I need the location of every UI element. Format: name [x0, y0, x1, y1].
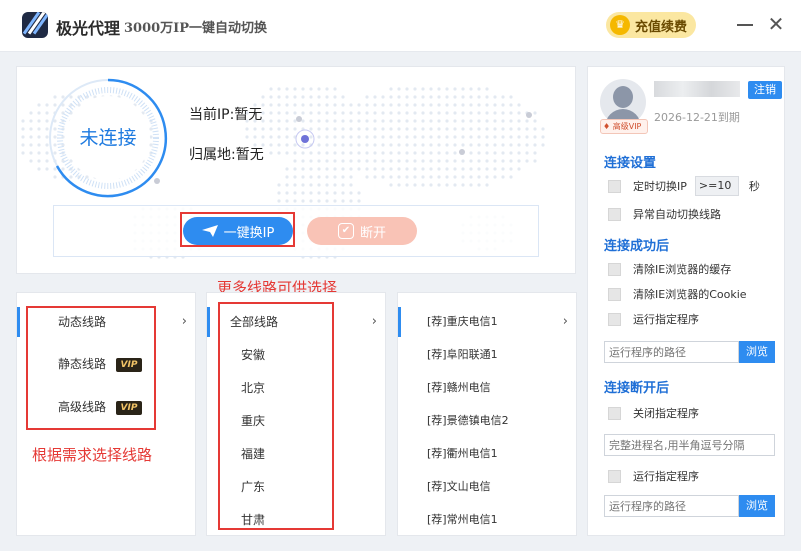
connection-status-text: 未连接 [79, 127, 137, 149]
server-item[interactable]: [荐]赣州电信 [398, 373, 576, 403]
action-bar [53, 205, 539, 257]
auto-switch-option: 异常自动切换线路 [608, 205, 721, 223]
server-label: [荐]常州电信1 [427, 513, 498, 526]
close-program-checkbox[interactable] [608, 406, 621, 420]
paper-plane-icon [201, 225, 218, 237]
vip-level-text: 高级VIP [612, 122, 642, 131]
username-redacted [654, 81, 740, 97]
browse-button[interactable]: 浏览 [739, 341, 775, 363]
clear-cookie-option: 清除IE浏览器的Cookie [608, 285, 747, 303]
app-slogan: 3000万IP一键自动切换 [124, 21, 268, 36]
chevron-right-icon: › [181, 314, 187, 329]
server-panel: [荐]重庆电信1 › [荐]阜阳联通1 [荐]赣州电信 [荐]景德镇电信2 [荐… [397, 292, 577, 536]
after-disconnect-title: 连接断开后 [604, 381, 670, 396]
connection-panel: 未连接 当前IP:暂无 归属地:暂无 一键换IP ✔ 断开 [16, 66, 576, 274]
region-highlight [218, 302, 334, 530]
seconds-label: 秒 [748, 180, 760, 193]
auto-switch-checkbox[interactable] [608, 207, 621, 221]
run-program-checkbox-2[interactable] [608, 469, 621, 483]
close-program-option: 关闭指定程序 [608, 404, 699, 422]
app-name: 极光代理 [56, 19, 121, 38]
current-ip-text: 当前IP:暂无 [189, 107, 263, 123]
after-connect-title: 连接成功后 [604, 239, 670, 254]
interval-field[interactable]: >=10 [694, 176, 739, 196]
program-path-input-2[interactable] [604, 495, 739, 517]
timed-switch-checkbox[interactable] [608, 179, 621, 193]
timed-switch-option: 定时切换IP >=10 秒 [608, 176, 760, 196]
expire-date: 2026-12-21到期 [654, 111, 740, 124]
server-label: [荐]景德镇电信2 [427, 414, 509, 427]
auto-switch-label: 异常自动切换线路 [633, 208, 721, 221]
server-label: [荐]重庆电信1 [427, 315, 498, 328]
clear-cache-label: 清除IE浏览器的缓存 [633, 263, 732, 276]
minimize-button[interactable] [733, 12, 757, 36]
server-label: [荐]衢州电信1 [427, 447, 498, 460]
switch-ip-label: 一键换IP [223, 225, 275, 241]
chevron-right-icon: › [562, 314, 568, 329]
timed-switch-label: 定时切换IP [633, 180, 687, 193]
recharge-label: 充值续费 [635, 19, 688, 35]
server-label: [荐]文山电信 [427, 480, 491, 493]
disconnect-button[interactable]: ✔ 断开 [307, 217, 417, 245]
logout-button[interactable]: 注销 [748, 81, 782, 99]
program-path-input[interactable] [604, 341, 739, 363]
close-button[interactable]: ✕ [764, 12, 788, 36]
run-program-label-2: 运行指定程序 [633, 470, 699, 483]
run-program-option-2: 运行指定程序 [608, 467, 699, 485]
route-type-highlight [26, 306, 156, 430]
title-bar: 极光代理 3000万IP一键自动切换 ♛ 充值续费 ✕ [0, 0, 801, 52]
run-program-option: 运行指定程序 [608, 310, 699, 328]
annotation-choose-route: 根据需求选择线路 [32, 446, 153, 464]
vip-level-badge: ♦ 高级VIP [600, 119, 648, 134]
run-program-label: 运行指定程序 [633, 313, 699, 326]
chevron-right-icon: › [371, 314, 377, 329]
server-item[interactable]: [荐]重庆电信1 › [398, 307, 576, 337]
server-item[interactable]: [荐]阜阳联通1 [398, 340, 576, 370]
server-item[interactable]: [荐]景德镇电信2 [398, 406, 576, 436]
server-label: [荐]阜阳联通1 [427, 348, 498, 361]
settings-panel: ♦ 高级VIP 注销 2026-12-21到期 连接设置 定时切换IP >=10… [587, 66, 785, 536]
process-name-input[interactable] [604, 434, 775, 456]
run-program-checkbox[interactable] [608, 312, 621, 326]
recharge-button[interactable]: ♛ 充值续费 [606, 12, 696, 38]
server-label: [荐]赣州电信 [427, 381, 491, 394]
close-program-label: 关闭指定程序 [633, 407, 699, 420]
browse-button-2[interactable]: 浏览 [739, 495, 775, 517]
clear-cache-option: 清除IE浏览器的缓存 [608, 260, 731, 278]
switch-ip-button[interactable]: 一键换IP [183, 217, 293, 245]
clear-cookie-checkbox[interactable] [608, 287, 621, 301]
connection-settings-title: 连接设置 [604, 156, 657, 171]
server-item[interactable]: [荐]文山电信 [398, 472, 576, 502]
clear-cookie-label: 清除IE浏览器的Cookie [633, 288, 747, 301]
app-logo-icon [22, 12, 48, 38]
server-item[interactable]: [荐]常州电信1 [398, 505, 576, 535]
check-icon: ✔ [337, 223, 354, 239]
connection-status-ring: 未连接 [47, 77, 169, 199]
server-item[interactable]: [荐]衢州电信1 [398, 439, 576, 469]
disconnect-label: 断开 [359, 225, 386, 241]
crown-icon: ♛ [610, 15, 630, 35]
location-text: 归属地:暂无 [189, 147, 264, 163]
clear-cache-checkbox[interactable] [608, 262, 621, 276]
